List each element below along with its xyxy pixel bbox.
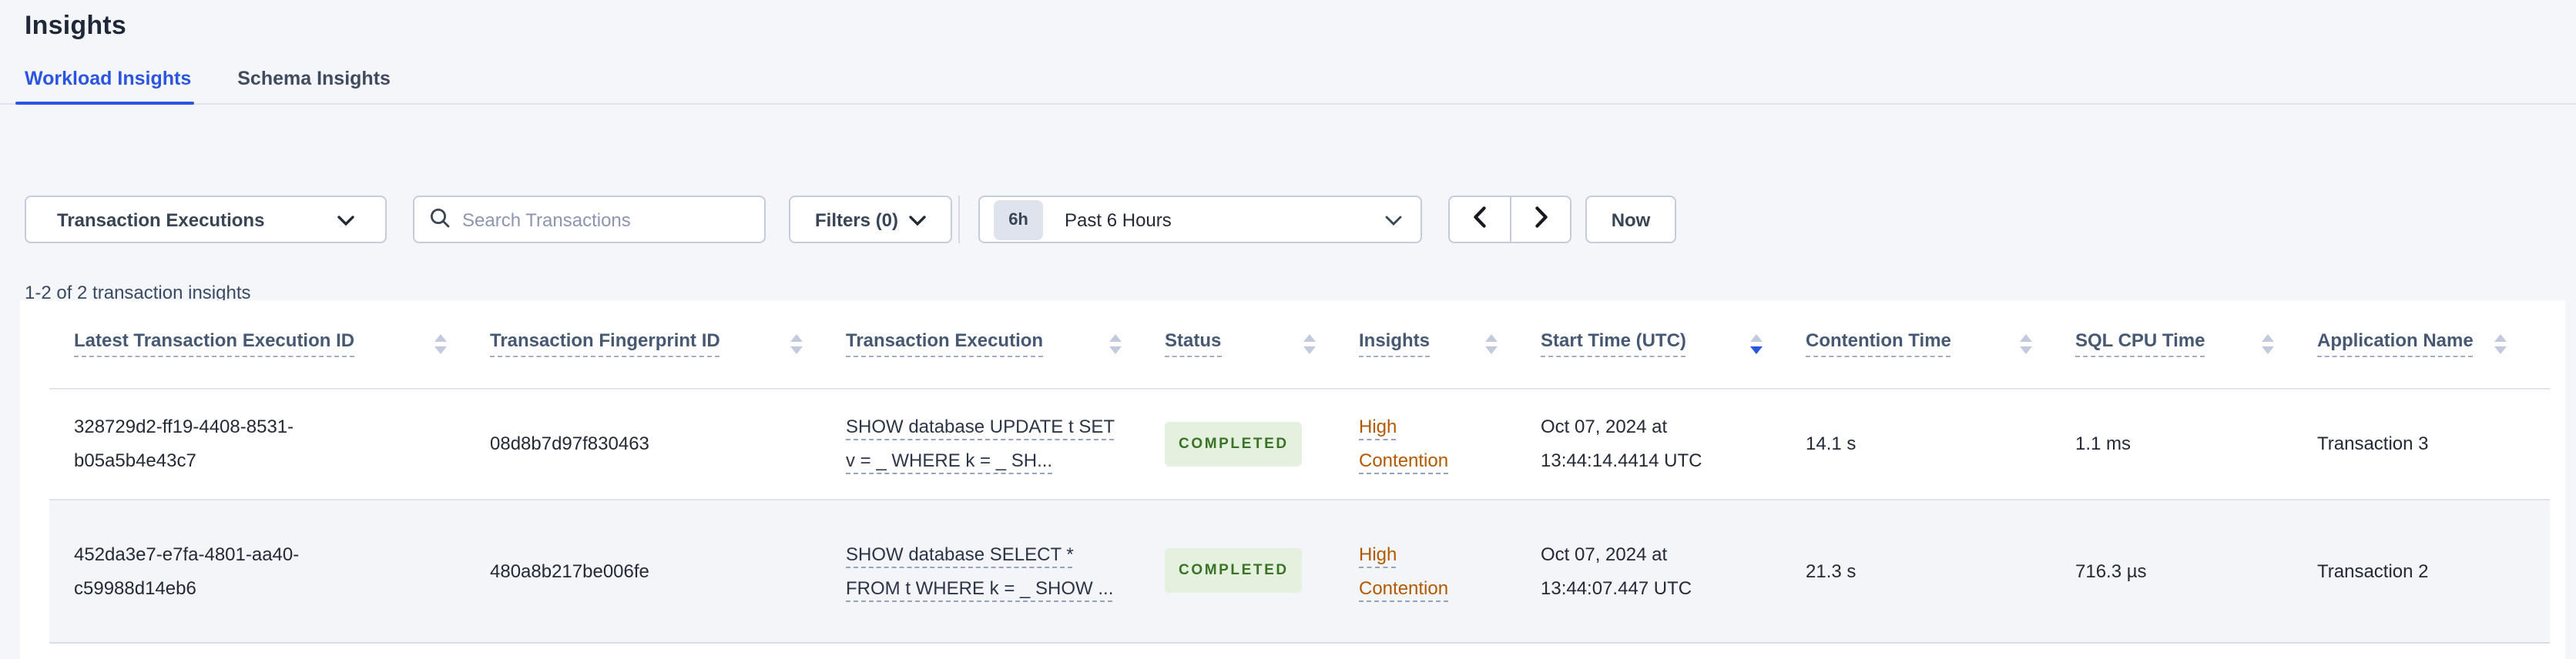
column-header-latest-transaction-execution-id[interactable]: Latest Transaction Execution ID	[49, 300, 490, 388]
table-row: 328729d2-ff19-4408-8531-b05a5b4e43c7 08d…	[49, 388, 2550, 499]
filters-button[interactable]: Filters (0)	[789, 196, 953, 243]
transaction-execution-cell: SHOW database SELECT * FROM t WHERE k = …	[846, 499, 1165, 642]
sql-cpu-time-cell: 1.1 ms	[2075, 433, 2132, 454]
caret-right-icon	[1534, 206, 1548, 232]
table-row: 452da3e7-e7fa-4801-aa40-c59988d14eb6 480…	[49, 499, 2550, 642]
column-header-sql-cpu-time[interactable]: SQL CPU Time	[2075, 300, 2317, 388]
sort-icon[interactable]	[1485, 334, 1498, 353]
insights-table-card: Latest Transaction Execution ID Transact…	[20, 300, 2565, 659]
column-header-contention-time[interactable]: Contention Time	[1806, 300, 2075, 388]
chevron-down-icon	[1385, 209, 1402, 230]
sort-icon[interactable]	[2020, 334, 2032, 353]
application-name-cell: Transaction 3	[2317, 433, 2429, 454]
page-title: Insights	[25, 11, 126, 40]
column-header-transaction-fingerprint-id[interactable]: Transaction Fingerprint ID	[490, 300, 846, 388]
time-range-label: Past 6 Hours	[1065, 209, 1172, 230]
status-badge: COMPLETED	[1165, 548, 1303, 593]
time-pager	[1448, 196, 1572, 243]
contention-time-cell: 14.1 s	[1806, 433, 1857, 454]
sort-icon[interactable]	[1750, 334, 1763, 353]
tab-schema-insights[interactable]: Schema Insights	[237, 68, 391, 103]
column-header-transaction-execution[interactable]: Transaction Execution	[846, 300, 1165, 388]
search-icon	[430, 207, 450, 232]
insight-type-dropdown[interactable]: Transaction Executions	[25, 196, 387, 243]
time-prev-button[interactable]	[1448, 196, 1511, 243]
latest-transaction-execution-id-cell: 452da3e7-e7fa-4801-aa40-c59988d14eb6	[74, 543, 300, 598]
transaction-fingerprint-id-cell: 480a8b217be006fe	[490, 560, 649, 581]
tab-workload-insights[interactable]: Workload Insights	[15, 68, 195, 105]
status-cell: COMPLETED	[1165, 388, 1359, 499]
transaction-execution-link[interactable]: SHOW database UPDATE t SET v = _ WHERE k…	[846, 410, 1117, 477]
contention-time-cell: 21.3 s	[1806, 560, 1857, 581]
sql-cpu-time-cell: 716.3 µs	[2075, 560, 2147, 581]
search-box	[413, 196, 766, 243]
sort-icon[interactable]	[1303, 334, 1316, 353]
toolbar-divider	[958, 196, 961, 243]
column-header-insights[interactable]: Insights	[1359, 300, 1541, 388]
insight-link[interactable]: High Contention	[1359, 537, 1476, 604]
time-next-button[interactable]	[1510, 196, 1572, 243]
insight-link[interactable]: High Contention	[1359, 410, 1476, 477]
sort-icon[interactable]	[790, 334, 803, 353]
column-header-status[interactable]: Status	[1165, 300, 1359, 388]
start-time-cell: Oct 07, 2024 at 13:44:07.447 UTC	[1541, 543, 1692, 598]
caret-left-icon	[1473, 206, 1487, 232]
transaction-execution-cell: SHOW database UPDATE t SET v = _ WHERE k…	[846, 388, 1165, 499]
transaction-execution-link[interactable]: SHOW database SELECT * FROM t WHERE k = …	[846, 537, 1117, 604]
insights-cell: High Contention	[1359, 388, 1541, 499]
search-input[interactable]	[462, 209, 749, 230]
tab-bar: Workload Insights Schema Insights	[0, 68, 2576, 105]
insight-type-label: Transaction Executions	[57, 209, 265, 230]
start-time-cell: Oct 07, 2024 at 13:44:14.4414 UTC	[1541, 416, 1702, 471]
insights-page: Insights Workload Insights Schema Insigh…	[0, 0, 2576, 659]
transaction-insights-table: Latest Transaction Execution ID Transact…	[49, 300, 2550, 643]
chevron-down-icon	[337, 209, 354, 230]
filters-label: Filters (0)	[815, 209, 899, 230]
time-range-picker[interactable]: 6h Past 6 Hours	[978, 196, 1423, 243]
latest-transaction-execution-id-cell: 328729d2-ff19-4408-8531-b05a5b4e43c7	[74, 416, 294, 471]
sort-icon[interactable]	[2494, 334, 2507, 353]
chevron-down-icon	[909, 209, 926, 230]
column-header-start-time[interactable]: Start Time (UTC)	[1541, 300, 1806, 388]
insights-cell: High Contention	[1359, 499, 1541, 642]
column-header-application-name[interactable]: Application Name	[2317, 300, 2550, 388]
sort-icon[interactable]	[1109, 334, 1122, 353]
transaction-fingerprint-id-cell: 08d8b7d97f830463	[490, 433, 649, 454]
time-range-badge: 6h	[994, 199, 1044, 239]
sort-icon[interactable]	[2262, 334, 2274, 353]
application-name-cell: Transaction 2	[2317, 560, 2429, 581]
toolbar: Transaction Executions Filters (0) 6h Pa…	[25, 196, 2576, 243]
table-header-row: Latest Transaction Execution ID Transact…	[49, 300, 2550, 388]
status-cell: COMPLETED	[1165, 499, 1359, 642]
status-badge: COMPLETED	[1165, 421, 1303, 466]
now-button[interactable]: Now	[1585, 196, 1677, 243]
sort-icon[interactable]	[434, 334, 447, 353]
